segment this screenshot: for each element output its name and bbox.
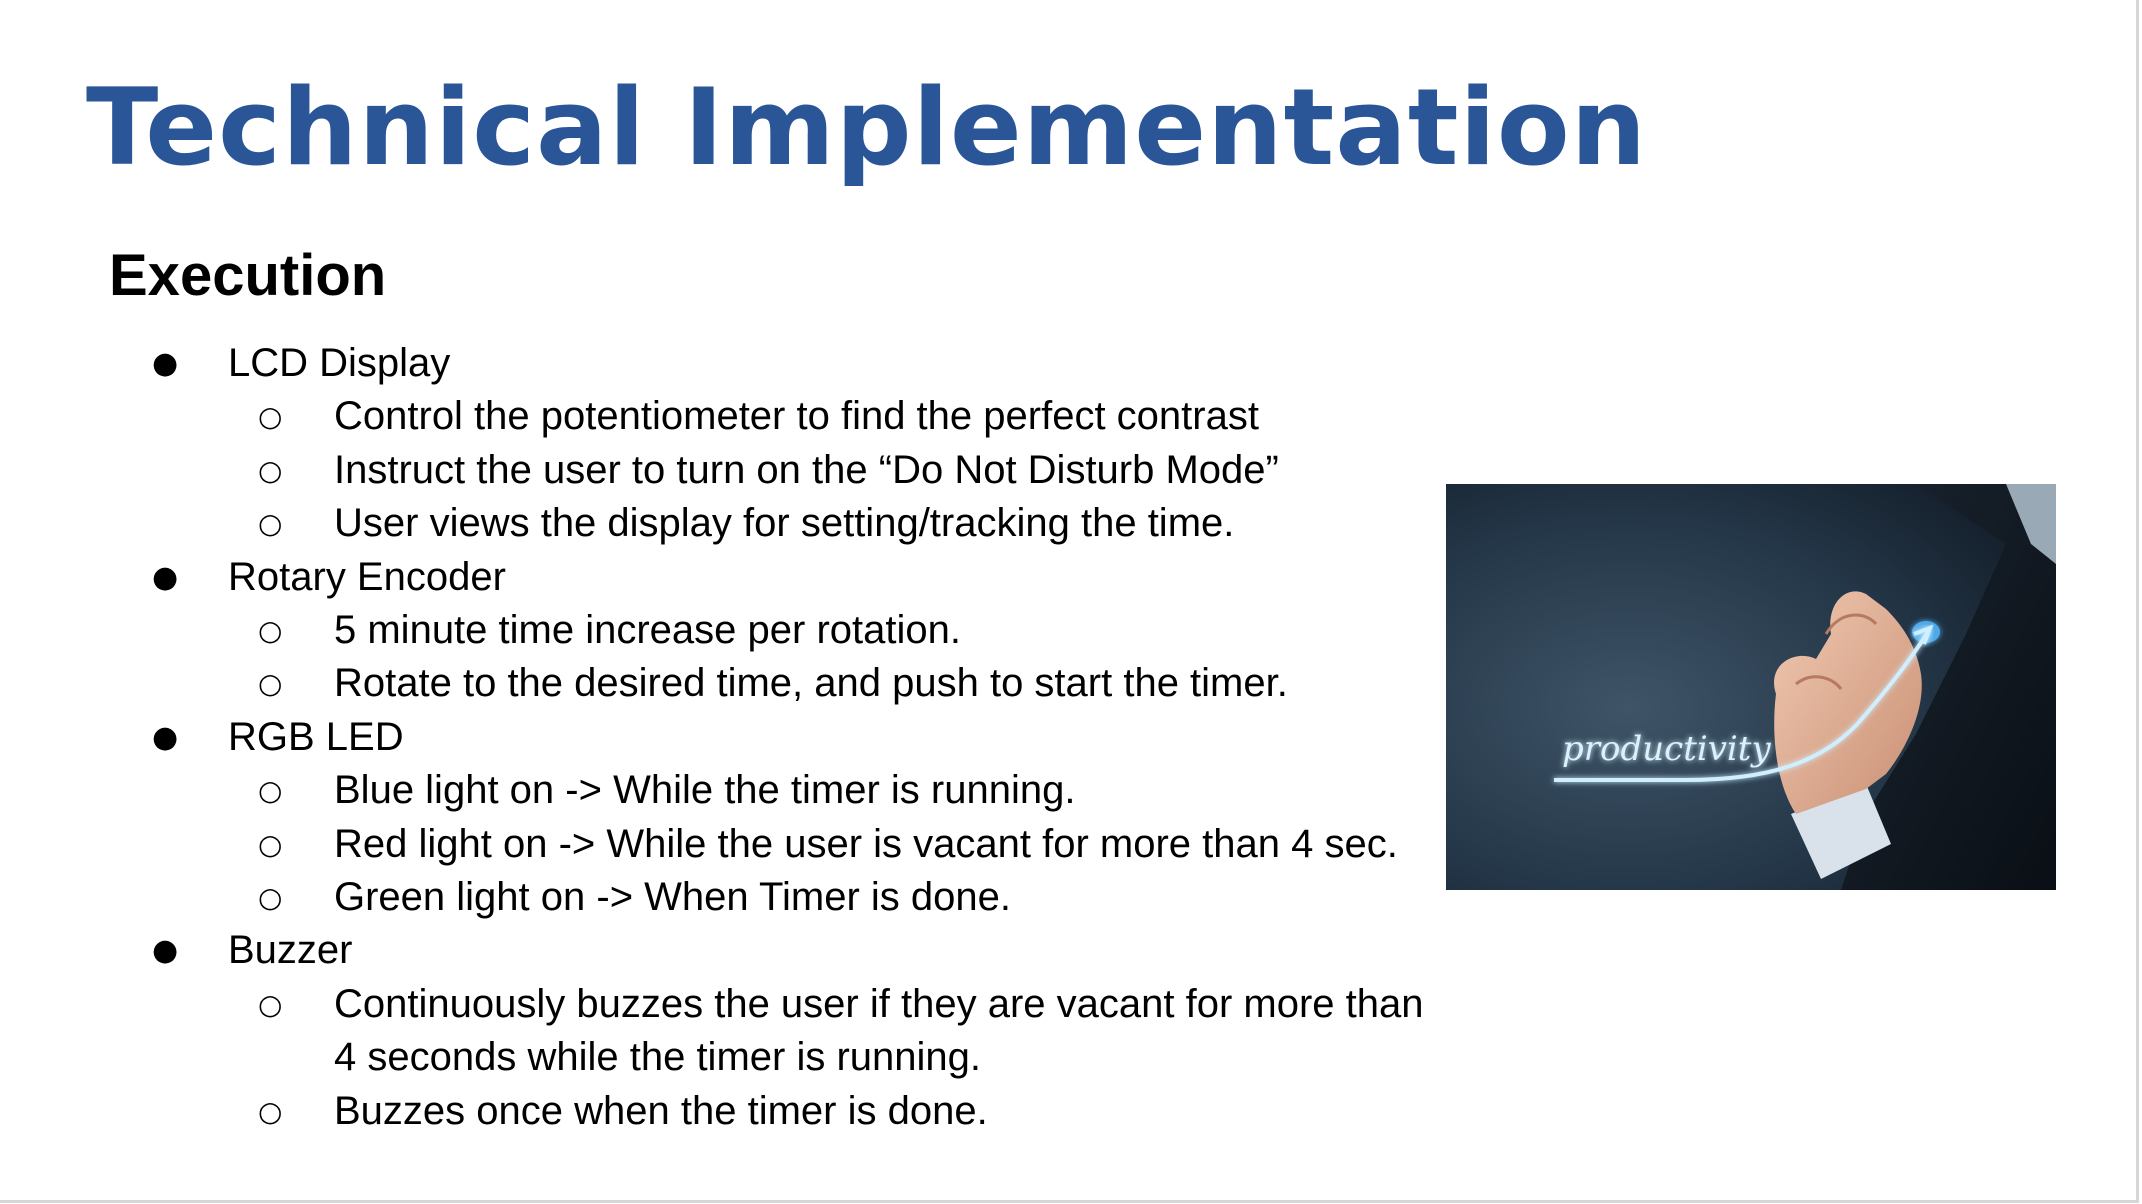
bullet-marker: ● xyxy=(152,559,179,595)
sub-bullet-marker: ○ xyxy=(258,614,283,648)
list-subitem: ○ Red light on -> While the user is vaca… xyxy=(0,818,1454,871)
sub-bullet-marker: ○ xyxy=(258,667,283,701)
bullet-marker: ● xyxy=(152,346,179,381)
productivity-image: productivity xyxy=(1446,484,2056,890)
list-item-label: LCD Display xyxy=(228,341,451,385)
hand-drawing-growth-curve-image: productivity xyxy=(1446,484,2056,890)
list-item: ● RGB LED xyxy=(0,711,1454,764)
sub-bullet-marker: ○ xyxy=(258,453,283,487)
list-subitem: ○ User views the display for setting/tra… xyxy=(0,497,1454,550)
list-subitem-label: Green light on -> When Timer is done. xyxy=(334,875,1011,920)
list-subitem: ○ Blue light on -> While the timer is ru… xyxy=(0,764,1454,817)
image-caption-text: productivity xyxy=(1562,729,1771,769)
list-item: ● LCD Display xyxy=(0,337,1454,390)
list-subitem-label: Blue light on -> While the timer is runn… xyxy=(334,768,1076,813)
sub-bullet-marker: ○ xyxy=(258,987,283,1021)
sub-bullet-marker: ○ xyxy=(258,400,283,434)
list-subitem-label: Red light on -> While the user is vacant… xyxy=(334,821,1398,866)
list-subitem-label: Buzzes once when the timer is done. xyxy=(334,1088,988,1133)
list-subitem: ○ 5 minute time increase per rotation. xyxy=(0,604,1454,657)
list-item: ● Buzzer xyxy=(0,924,1454,977)
list-subitem-label: User views the display for setting/track… xyxy=(334,501,1235,546)
list-subitem-label: Control the potentiometer to find the pe… xyxy=(334,394,1259,439)
sub-bullet-marker: ○ xyxy=(258,1094,283,1128)
list-subitem: ○ Buzzes once when the timer is done. xyxy=(0,1085,1454,1138)
list-subitem: ○ Rotate to the desired time, and push t… xyxy=(0,657,1454,710)
list-subitem-label: Continuously buzzes the user if they are… xyxy=(334,981,1424,1080)
list-subitem: ○ Green light on -> When Timer is done. xyxy=(0,871,1454,924)
slide: Technical Implementation Execution ● LCD… xyxy=(0,0,2139,1203)
list-subitem: ○ Instruct the user to turn on the “Do N… xyxy=(0,444,1454,497)
bullet-marker: ● xyxy=(152,719,179,755)
section-heading: Execution xyxy=(109,243,387,308)
sub-bullet-marker: ○ xyxy=(258,774,283,808)
sub-bullet-marker: ○ xyxy=(258,507,283,541)
list-item-label: RGB LED xyxy=(228,714,404,759)
list-subitem: ○ Control the potentiometer to find the … xyxy=(0,390,1454,443)
sub-bullet-marker: ○ xyxy=(258,827,283,861)
list-item: ● Rotary Encoder xyxy=(0,551,1454,604)
slide-title: Technical Implementation xyxy=(86,66,1648,189)
list-item-label: Rotary Encoder xyxy=(228,554,506,599)
list-item-label: Buzzer xyxy=(228,928,353,973)
list-subitem-label: Rotate to the desired time, and push to … xyxy=(334,661,1288,706)
list-subitem: ○ Continuously buzzes the user if they a… xyxy=(0,978,1454,1085)
bullet-list: ● LCD Display ○ Control the potentiomete… xyxy=(0,337,1454,1138)
sub-bullet-marker: ○ xyxy=(258,881,283,915)
list-subitem-label: Instruct the user to turn on the “Do Not… xyxy=(334,447,1279,492)
list-subitem-label: 5 minute time increase per rotation. xyxy=(334,608,961,653)
bullet-marker: ● xyxy=(152,933,179,969)
